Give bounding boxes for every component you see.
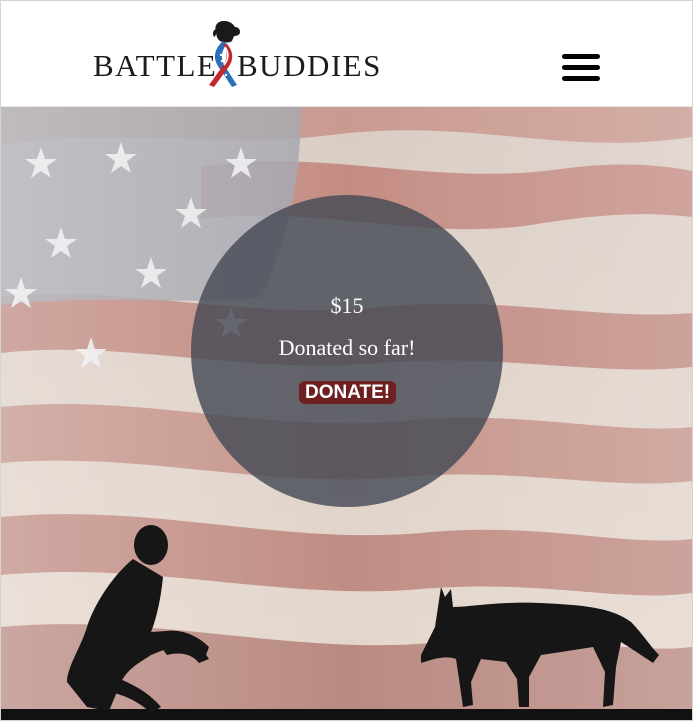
battle-buddies-logo[interactable]: BATTLE BUDDIES [92,19,380,95]
site-header: BATTLE BUDDIES [1,1,692,107]
hamburger-menu-icon[interactable] [560,51,602,85]
logo-word-buddies: BUDDIES [237,48,382,83]
donation-summary-circle: $15 Donated so far! DONATE! [191,195,503,507]
menu-bar [562,76,600,81]
menu-bar [562,65,600,70]
donation-amount: $15 [330,293,364,318]
page: BATTLE BUDDIES $15 Donated so far! DONAT… [0,0,693,721]
donate-button[interactable]: DONATE! [299,381,397,404]
menu-bar [562,54,600,59]
donation-label: Donated so far! [278,335,416,360]
logo-word-battle: BATTLE [93,48,218,83]
hero-banner: $15 Donated so far! DONATE! [1,107,692,720]
